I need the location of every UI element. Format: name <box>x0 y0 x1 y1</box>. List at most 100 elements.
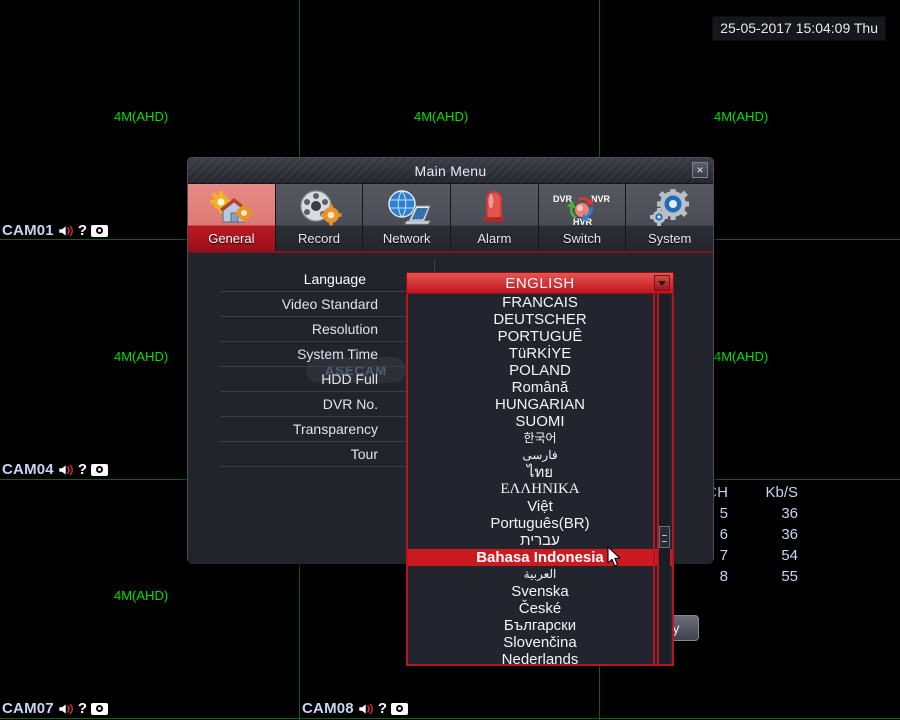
language-option[interactable]: DEUTSCHER <box>408 311 672 328</box>
language-option[interactable]: العربية <box>408 566 672 583</box>
language-option[interactable]: ไทย <box>408 464 672 481</box>
language-option[interactable]: PORTUGUÊ <box>408 328 672 345</box>
bandwidth-rate: 36 <box>781 505 798 522</box>
stream-resolution-tag-cam03: 4M(AHD) <box>714 109 769 124</box>
settings-item-label: HDD Full <box>321 371 378 387</box>
tab-record[interactable]: Record <box>275 184 364 251</box>
tab-network[interactable]: Network <box>363 184 452 251</box>
tab-label: System <box>648 231 692 246</box>
unknown-status-icon: ? <box>377 700 388 717</box>
settings-item-list: Language Video Standard Resolution Syste… <box>220 267 406 467</box>
speaker-muted-icon <box>58 463 74 477</box>
language-dropdown: ENGLISH FRANCAIS DEUTSCHER PORTUGUÊ TüRK… <box>406 272 674 666</box>
bandwidth-rate: 54 <box>781 547 798 564</box>
language-option[interactable]: České <box>408 600 672 617</box>
bandwidth-row: 8 55 <box>700 566 804 587</box>
language-option[interactable]: Română <box>408 379 672 396</box>
language-option[interactable]: Български <box>408 617 672 634</box>
settings-item-tour[interactable]: Tour <box>220 442 406 467</box>
language-option[interactable]: עברית <box>408 532 672 549</box>
camera-record-icon <box>91 702 109 715</box>
camera-name-text: CAM04 <box>2 461 54 478</box>
language-option[interactable]: SUOMI <box>408 413 672 430</box>
language-option[interactable]: TüRKİYE <box>408 345 672 362</box>
chevron-down-icon[interactable] <box>654 275 670 291</box>
language-option[interactable]: فارسی <box>408 447 672 464</box>
tab-label: Alarm <box>477 231 512 246</box>
language-option-list[interactable]: FRANCAIS DEUTSCHER PORTUGUÊ TüRKİYE POLA… <box>406 294 674 666</box>
tab-alarm[interactable]: Alarm <box>451 184 539 251</box>
language-option[interactable]: ΕΛΛΗΝΙΚΑ <box>408 481 672 498</box>
language-option-highlighted[interactable]: Bahasa Indonesia <box>408 549 672 566</box>
settings-item-hdd-full[interactable]: HDD Full <box>220 367 406 392</box>
dropdown-scrollbar-thumb[interactable] <box>659 526 670 548</box>
settings-item-video-standard[interactable]: Video Standard <box>220 292 406 317</box>
settings-item-label: Tour <box>350 446 378 462</box>
disc-gear-icon <box>276 184 363 231</box>
language-dropdown-trigger[interactable]: ENGLISH <box>406 272 674 294</box>
tab-label: Switch <box>562 231 602 246</box>
bandwidth-row: 5 36 <box>700 503 804 524</box>
unknown-status-icon: ? <box>77 461 88 478</box>
dialog-titlebar: Main Menu × <box>188 158 713 184</box>
close-icon[interactable]: × <box>692 162 708 178</box>
siren-icon <box>451 184 538 231</box>
tab-system[interactable]: System <box>626 184 714 251</box>
settings-item-transparency[interactable]: Transparency <box>220 417 406 442</box>
settings-item-system-time[interactable]: System Time <box>220 342 406 367</box>
unknown-status-icon: ? <box>77 700 88 717</box>
dialog-title: Main Menu <box>414 162 487 179</box>
camera-osd-label-cam08: CAM08 ? <box>302 700 409 717</box>
speaker-muted-icon <box>58 224 74 238</box>
settings-item-label: Resolution <box>311 321 378 337</box>
tab-label: Network <box>382 231 431 246</box>
unknown-status-icon: ? <box>77 222 88 239</box>
language-option[interactable]: FRANCAIS <box>408 294 672 311</box>
gear-icon <box>626 184 713 231</box>
camera-osd-label-cam04: CAM04 ? <box>2 461 109 478</box>
dropdown-scroll-track-line <box>653 294 655 664</box>
bandwidth-row: 6 36 <box>700 524 804 545</box>
language-option[interactable]: POLAND <box>408 362 672 379</box>
language-option[interactable]: Slovenčina <box>408 634 672 651</box>
camera-osd-label-cam07: CAM07 ? <box>2 700 109 717</box>
stream-resolution-tag-cam04: 4M(AHD) <box>114 349 169 364</box>
bandwidth-header-row: CH Kb/S <box>700 482 804 503</box>
stream-resolution-tag-cam06: 4M(AHD) <box>714 349 769 364</box>
camera-name-text: CAM07 <box>2 700 54 717</box>
settings-item-resolution[interactable]: Resolution <box>220 317 406 342</box>
settings-item-label: Video Standard <box>281 296 378 312</box>
settings-item-label: System Time <box>297 346 378 362</box>
speaker-muted-icon <box>58 702 74 716</box>
language-option[interactable]: HUNGARIAN <box>408 396 672 413</box>
bandwidth-row: 7 54 <box>700 545 804 566</box>
language-option[interactable]: Português(BR) <box>408 515 672 532</box>
bandwidth-ch: 8 <box>719 568 728 585</box>
tab-general[interactable]: General <box>188 184 276 251</box>
language-selected-value: ENGLISH <box>505 274 575 292</box>
language-option[interactable]: 한국어 <box>408 430 672 447</box>
settings-item-dvr-no[interactable]: DVR No. <box>220 392 406 417</box>
stream-resolution-tag-cam02: 4M(AHD) <box>414 109 469 124</box>
tab-label: General <box>208 231 255 246</box>
bandwidth-overlay: CH Kb/S 5 36 6 36 7 54 8 55 <box>700 482 804 587</box>
bandwidth-rate: 36 <box>781 526 798 543</box>
camera-name-text: CAM01 <box>2 222 54 239</box>
stream-resolution-tag-cam01: 4M(AHD) <box>114 109 169 124</box>
settings-item-label: Transparency <box>292 421 378 437</box>
tab-switch[interactable]: DVR NVR HVR Switch <box>538 184 627 251</box>
globe-laptop-icon <box>363 184 450 231</box>
settings-item-label: DVR No. <box>322 396 378 412</box>
language-option[interactable]: Việt <box>408 498 672 515</box>
language-option[interactable]: Nederlands <box>408 651 672 664</box>
house-gear-icon <box>188 184 275 231</box>
svg-text:DVR: DVR <box>553 194 573 204</box>
tab-label: Record <box>298 231 340 246</box>
settings-item-label: Language <box>303 271 366 287</box>
camera-record-icon <box>391 702 409 715</box>
dropdown-scrollbar[interactable] <box>657 294 670 664</box>
dvr-nvr-hvr-cycle-icon: DVR NVR HVR <box>539 184 626 231</box>
language-option[interactable]: Svenska <box>408 583 672 600</box>
stream-resolution-tag-cam07: 4M(AHD) <box>114 588 169 603</box>
settings-item-language[interactable]: Language <box>220 267 406 292</box>
